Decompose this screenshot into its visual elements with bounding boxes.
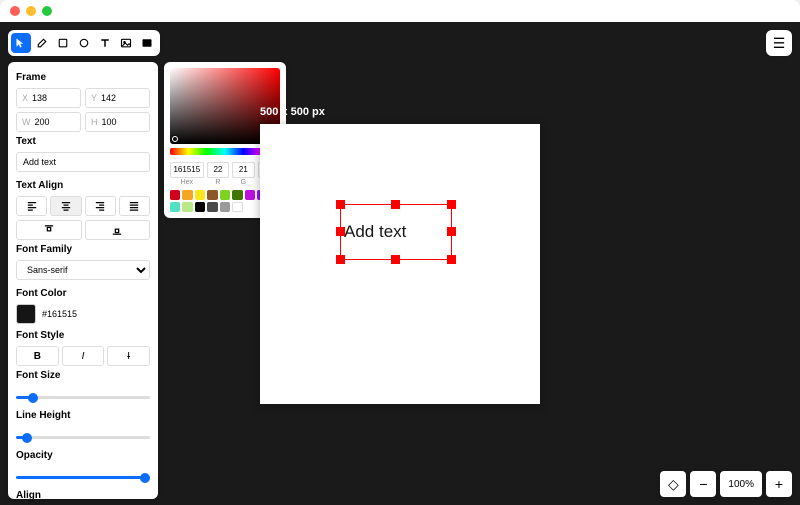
font-style-heading: Font Style xyxy=(16,330,150,341)
opacity-heading: Opacity xyxy=(16,450,150,461)
color-swatch[interactable] xyxy=(207,190,217,200)
color-hex-input[interactable] xyxy=(170,162,204,178)
align-justify-button[interactable] xyxy=(119,196,150,216)
opacity-slider[interactable] xyxy=(16,476,150,479)
rectangle-tool[interactable] xyxy=(53,33,73,53)
font-family-heading: Font Family xyxy=(16,244,150,255)
zoom-out-button[interactable]: − xyxy=(690,471,716,497)
font-size-heading: Font Size xyxy=(16,370,150,381)
color-swatch[interactable] xyxy=(232,202,242,212)
align-right-button[interactable] xyxy=(85,196,116,216)
hamburger-menu-button[interactable]: ☰ xyxy=(766,30,792,56)
circle-tool[interactable] xyxy=(74,33,94,53)
color-swatch[interactable] xyxy=(220,202,230,212)
text-content-input[interactable] xyxy=(16,152,150,172)
text-align-heading: Text Align xyxy=(16,180,150,191)
color-swatch[interactable] xyxy=(195,202,205,212)
zoom-level-display: 100% xyxy=(720,471,762,497)
image-tool[interactable] xyxy=(116,33,136,53)
color-swatch[interactable] xyxy=(195,190,205,200)
color-r-label: R xyxy=(207,179,229,186)
text-tool[interactable] xyxy=(95,33,115,53)
line-height-heading: Line Height xyxy=(16,410,150,421)
image-filled-tool[interactable] xyxy=(137,33,157,53)
pencil-tool[interactable] xyxy=(32,33,52,53)
font-color-hex: #161515 xyxy=(42,309,77,319)
color-g-input[interactable] xyxy=(232,162,254,178)
color-swatch[interactable] xyxy=(182,190,192,200)
frame-x-input[interactable]: X xyxy=(16,88,81,108)
color-swatch[interactable] xyxy=(170,190,180,200)
color-swatch[interactable] xyxy=(232,190,242,200)
tool-toolbar xyxy=(8,30,160,56)
zoom-fit-button[interactable]: ◇ xyxy=(660,471,686,497)
canvas[interactable]: Add text xyxy=(260,124,540,404)
line-height-slider[interactable] xyxy=(16,436,150,439)
frame-y-input[interactable]: Y xyxy=(85,88,150,108)
color-hex-label: Hex xyxy=(170,179,204,186)
valign-top-button[interactable] xyxy=(16,220,82,240)
color-gradient-cursor[interactable] xyxy=(172,136,178,142)
align-heading: Align xyxy=(16,490,150,499)
color-g-label: G xyxy=(232,179,254,186)
frame-w-input[interactable]: W xyxy=(16,112,81,132)
text-object[interactable]: Add text xyxy=(340,204,452,260)
select-tool[interactable] xyxy=(11,33,31,53)
color-swatch[interactable] xyxy=(245,190,255,200)
app-frame: ☰ Frame X Y W H Text Text Align Font Fam… xyxy=(0,22,800,505)
valign-bottom-button[interactable] xyxy=(85,220,151,240)
close-window-dot[interactable] xyxy=(10,6,20,16)
color-swatch[interactable] xyxy=(182,202,192,212)
frame-h-input[interactable]: H xyxy=(85,112,150,132)
align-left-button[interactable] xyxy=(16,196,47,216)
font-color-swatch[interactable] xyxy=(16,304,36,324)
color-swatch[interactable] xyxy=(170,202,180,212)
zoom-controls: ◇ − 100% + xyxy=(660,471,792,497)
properties-sidebar: Frame X Y W H Text Text Align Font Famil… xyxy=(8,62,158,499)
zoom-in-button[interactable]: + xyxy=(766,471,792,497)
clear-format-button[interactable]: I xyxy=(107,346,150,366)
font-size-slider[interactable] xyxy=(16,396,150,399)
maximize-window-dot[interactable] xyxy=(42,6,52,16)
color-r-input[interactable] xyxy=(207,162,229,178)
text-heading: Text xyxy=(16,136,150,147)
font-family-select[interactable]: Sans-serif xyxy=(16,260,150,280)
color-swatch[interactable] xyxy=(220,190,230,200)
color-swatch[interactable] xyxy=(207,202,217,212)
frame-heading: Frame xyxy=(16,72,150,83)
italic-button[interactable]: I xyxy=(62,346,105,366)
bold-button[interactable]: B xyxy=(16,346,59,366)
minimize-window-dot[interactable] xyxy=(26,6,36,16)
align-center-button[interactable] xyxy=(50,196,81,216)
font-color-heading: Font Color xyxy=(16,288,150,299)
window-titlebar xyxy=(0,0,800,22)
